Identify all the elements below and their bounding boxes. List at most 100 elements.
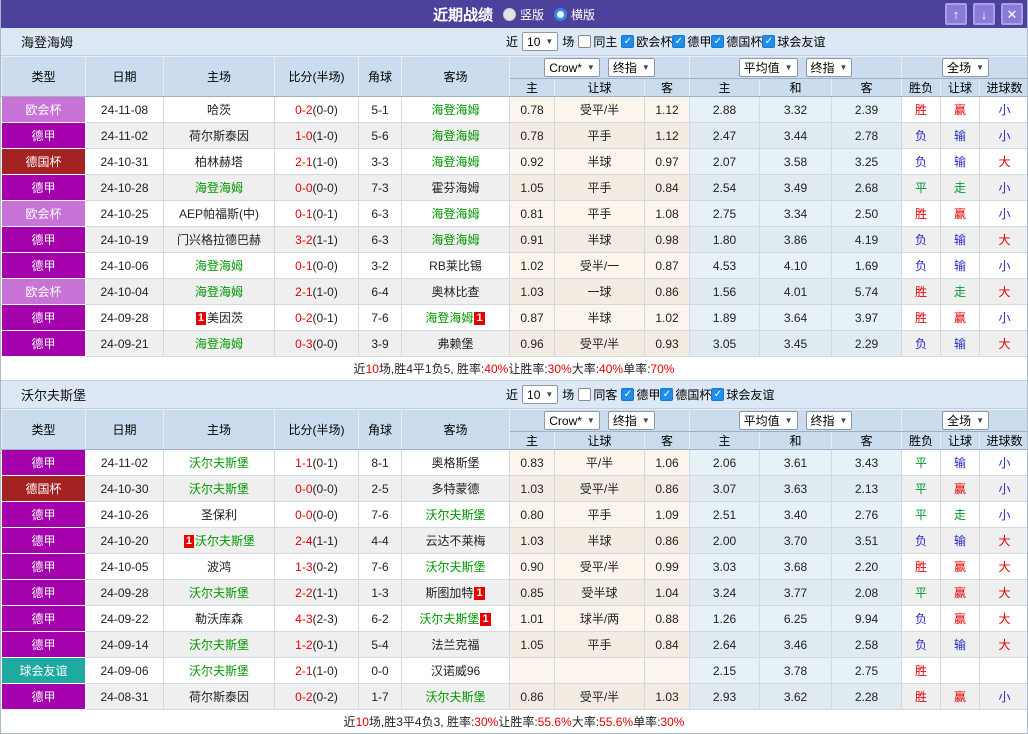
result-handicap: 输 [940,449,981,476]
avg-draw: 4.01 [759,278,833,305]
away-team: 海登海姆 [401,122,510,149]
summary-segment: 让胜率: [508,362,548,376]
team-link: 海登海姆 [431,233,480,247]
col-odds-away: 客 [643,78,691,97]
odds-away: 0.86 [643,527,691,554]
same-venue-checkbox[interactable]: 同客 [578,386,617,403]
match-date: 24-11-02 [85,122,164,149]
league-filter-checkbox[interactable]: ✓ 球会友谊 [711,386,774,403]
score: 0-3(0-0) [274,330,359,357]
league-filter-checkbox[interactable]: ✓ 德甲 [672,33,711,50]
match-date: 24-11-02 [85,449,164,476]
result-wdl: 负 [901,252,942,279]
home-team: 沃尔夫斯堡 [163,657,275,684]
final-index-select-2[interactable]: 终指 ▼ [805,411,853,430]
odds-away: 1.03 [643,683,691,710]
result-wdl: 胜 [901,278,942,305]
match-date: 24-09-28 [85,304,164,331]
odds-handicap: 平手 [554,631,645,658]
result-handicap: 走 [940,278,981,305]
league-filter-checkbox[interactable]: ✓ 德甲 [621,386,660,403]
summary-segment: 单率: [623,362,651,376]
full-match-select[interactable]: 全场 ▼ [942,411,990,430]
col-avg-draw: 和 [759,78,833,97]
odds-home: 0.78 [509,96,555,123]
match-row: 德甲 24-09-14 沃尔夫斯堡 1-2(0-1) 5-4 法兰克福 1.05 平手 0.84… [1,631,1027,658]
recent-games-select[interactable]: 10 ▼ [522,32,559,51]
odds-home [509,657,555,684]
avg-away: 2.20 [831,553,903,580]
average-select[interactable]: 平均值 ▼ [738,411,798,430]
result-handicap: 赢 [940,304,981,331]
layout-radio-vertical[interactable]: 竖版 [502,6,544,23]
avg-away: 2.28 [831,683,903,710]
odds-away: 0.98 [643,226,691,253]
close-button[interactable]: ✕ [1001,3,1023,25]
home-team: 1 美因茨 [163,304,275,331]
result-goals [979,657,1027,684]
team-link: 荷尔斯泰因 [188,129,249,143]
final-index-select-2[interactable]: 终指 ▼ [805,58,853,77]
avg-home: 3.24 [689,579,761,606]
corner-score: 7-6 [358,553,402,580]
result-handicap: 输 [940,330,981,357]
odds-home: 0.83 [509,449,555,476]
same-venue-checkbox[interactable]: 同主 [578,33,617,50]
recent-games-value: 10 [527,387,541,402]
average-select[interactable]: 平均值 ▼ [738,58,798,77]
result-handicap: 输 [940,252,981,279]
league-filter-checkbox[interactable]: ✓ 球会友谊 [762,33,825,50]
chevron-down-icon: ▼ [784,416,793,425]
team-link: 沃尔夫斯堡 [188,638,249,652]
result-wdl: 胜 [901,96,942,123]
halftime-score: (0-0) [312,336,338,351]
final-index-select[interactable]: 终指 ▼ [607,58,655,77]
league-filter-checkbox[interactable]: ✓ 欧会杯 [621,33,672,50]
team-link: 门兴格拉德巴赫 [176,233,261,247]
card-mark: 1 [183,535,195,548]
result-wdl: 负 [901,605,942,632]
odds-home: 0.90 [509,553,555,580]
fulltime-score: 1-2 [295,637,313,652]
halftime-score: (0-0) [312,102,338,117]
score: 2-2(1-1) [274,579,359,606]
result-goals: 小 [979,122,1027,149]
match-date: 24-10-19 [85,226,164,253]
halftime-score: (0-0) [312,180,338,195]
bookmaker-select[interactable]: Crow* ▼ [544,58,600,77]
near-label: 近 [506,35,519,49]
home-team: 海登海姆 [163,252,275,279]
team-link: 海登海姆 [194,285,243,299]
result-wdl: 胜 [901,200,942,227]
average-group-header: 平均值 ▼ 终指 ▼ [689,409,903,432]
score: 3-2(1-1) [274,226,359,253]
chevron-down-icon: ▼ [976,63,985,72]
odds-handicap: 球半/两 [554,605,645,632]
result-wdl: 胜 [901,304,942,331]
match-date: 24-11-08 [85,96,164,123]
home-team: AEP帕福斯(中) [163,200,275,227]
score: 2-1(1-0) [274,657,359,684]
odds-home: 0.87 [509,304,555,331]
match-date: 24-09-06 [85,657,164,684]
layout-radio-horizontal[interactable]: 横版 [554,6,595,23]
away-team: 奥林比查 [401,278,510,305]
avg-away: 2.50 [831,200,903,227]
move-up-button[interactable]: ↑ [945,3,967,25]
summary-segment: 30% [547,361,572,376]
home-team: 波鸿 [163,553,275,580]
final-index-select[interactable]: 终指 ▼ [607,411,655,430]
full-match-select[interactable]: 全场 ▼ [942,58,990,77]
result-goals: 小 [979,449,1027,476]
checkbox-unchecked-icon [578,388,592,401]
recent-games-select[interactable]: 10 ▼ [522,385,559,404]
away-team: 海登海姆 [401,96,510,123]
odds-handicap: 受平/半 [554,683,645,710]
league-filter-checkbox[interactable]: ✓ 德国杯 [660,386,711,403]
league-filters: ✓ 德甲 ✓ 德国杯 ✓ 球会友谊 [621,386,774,403]
league-badge: 欧会杯 [1,278,86,305]
bookmaker-select[interactable]: Crow* ▼ [544,411,600,430]
move-down-button[interactable]: ↓ [973,3,995,25]
league-filter-checkbox[interactable]: ✓ 德国杯 [711,33,762,50]
team-link: 沃尔夫斯堡 [425,560,486,574]
